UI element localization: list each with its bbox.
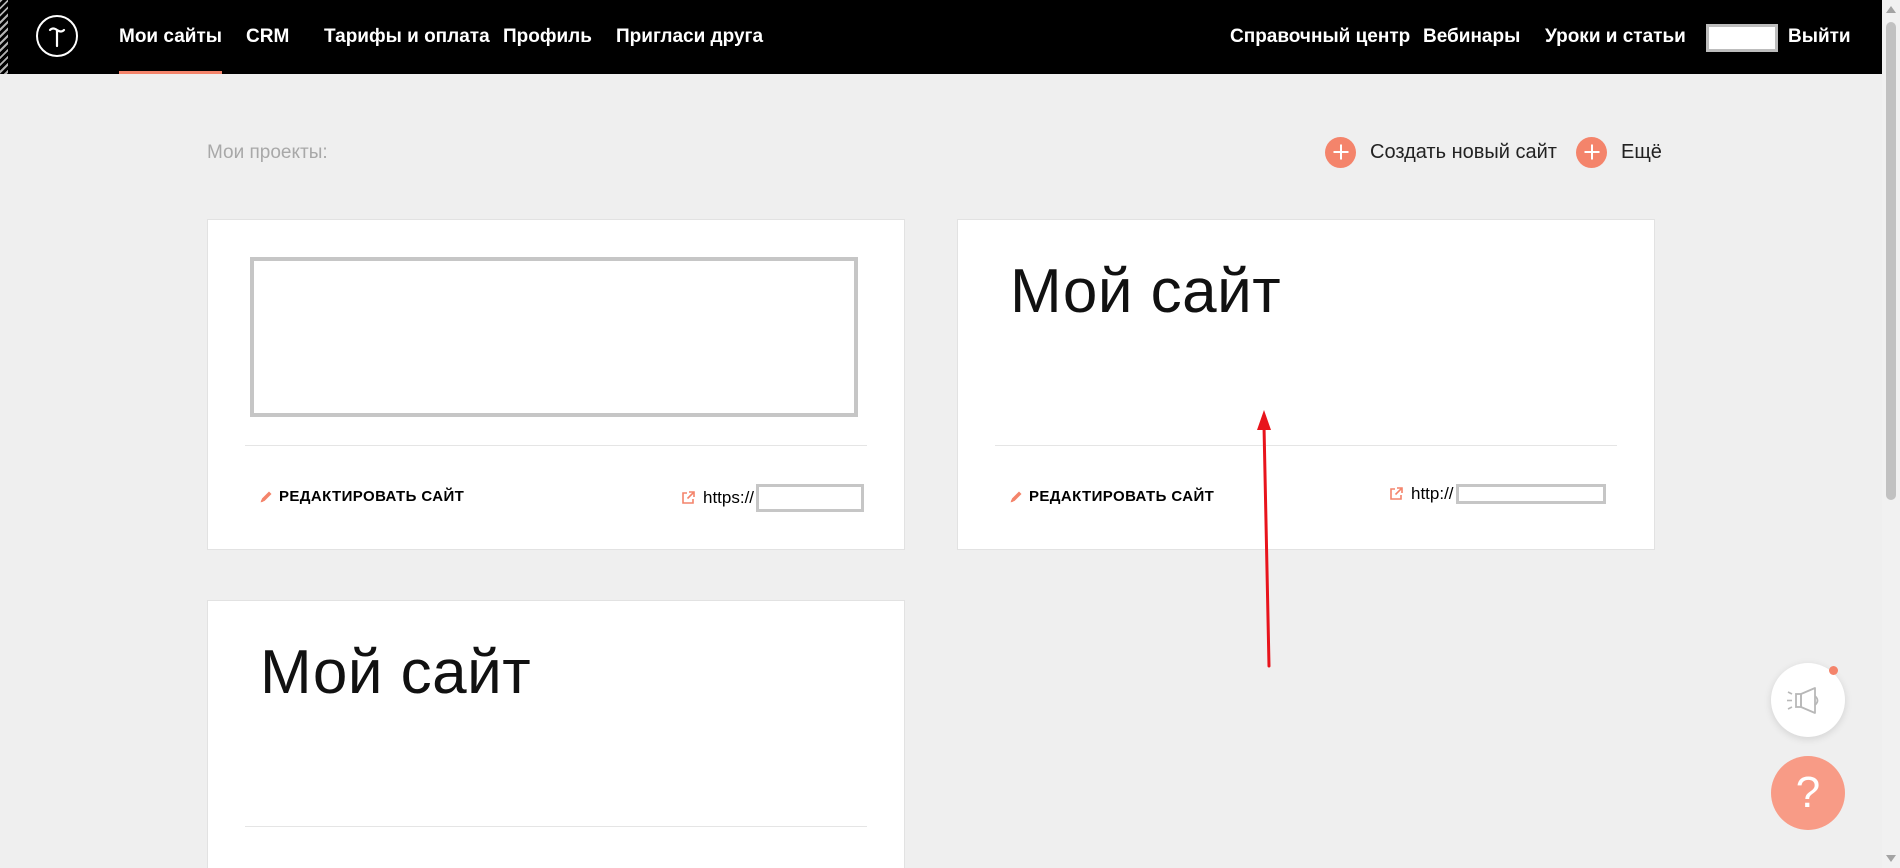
help-button[interactable]: ? <box>1771 756 1845 830</box>
notification-dot <box>1829 666 1838 675</box>
annotation-arrow <box>1257 410 1271 668</box>
announcements-button[interactable] <box>1771 663 1845 737</box>
